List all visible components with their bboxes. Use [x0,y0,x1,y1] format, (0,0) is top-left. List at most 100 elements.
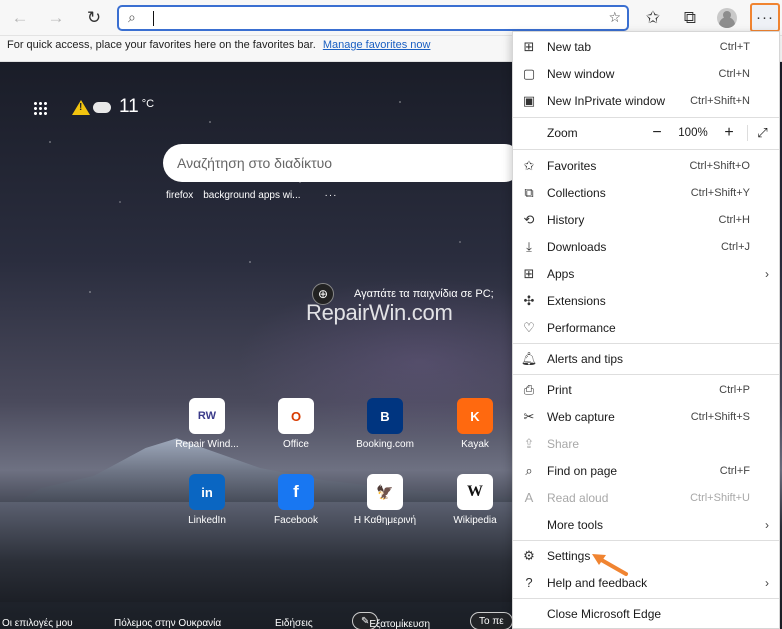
menu-item-shortcut: Ctrl+P [719,383,750,396]
favorites-star-icon: ✩ [523,157,535,173]
menu-item-read-aloud[interactable]: A Read aloud Ctrl+Shift+U [513,484,779,511]
partly-cloudy-icon [91,96,111,113]
recent-search-item[interactable]: background apps wi... [203,190,300,201]
repairwin-icon: RW [189,398,225,434]
menu-item-performance[interactable]: ♡ Performance [513,314,779,341]
favorites-bar-message: For quick access, place your favorites h… [7,39,316,51]
help-icon: ? [525,575,533,590]
quick-link-tile[interactable]: W Wikipedia [435,474,515,526]
menu-item-history[interactable]: ⟲ History Ctrl+H [513,206,779,233]
menu-item-label: Web capture [547,409,615,424]
settings-and-more-button[interactable]: ··· [750,3,780,32]
menu-item-label: Collections [547,185,606,200]
menu-item-label: New window [547,66,615,81]
menu-item-new-inprivate[interactable]: ▣ New InPrivate window Ctrl+Shift+N [513,87,779,114]
quick-link-tile[interactable]: B Booking.com [345,398,425,450]
recent-more-icon[interactable]: ··· [325,190,338,201]
menu-item-close-edge[interactable]: Close Microsoft Edge [513,600,779,627]
weather-widget[interactable]: 11 °C [72,96,154,118]
kathimerini-icon: 🦅 [367,474,403,510]
quick-link-tile[interactable]: in LinkedIn [167,474,247,526]
profile-avatar[interactable] [717,8,737,28]
office-icon: O [278,398,314,434]
menu-item-new-tab[interactable]: ⊞ New tab Ctrl+T [513,33,779,60]
menu-item-label: Settings [547,548,591,563]
menu-item-label: Favorites [547,158,597,173]
apps-icon: ⊞ [523,265,535,281]
menu-item-collections[interactable]: ⧉ Collections Ctrl+Shift+Y [513,179,779,206]
web-search-box[interactable]: Αναζήτηση στο διαδίκτυο [163,144,523,182]
manage-favorites-link[interactable]: Manage favorites now [323,39,431,51]
menu-item-alerts[interactable]: 🔔︎ Alerts and tips [513,345,779,372]
gear-icon: ⚙ [523,547,535,563]
back-icon[interactable]: ← [8,7,32,29]
read-aloud-icon: A [524,490,534,505]
game-promo-text[interactable]: Αγαπάτε τα παιχνίδια σε PC; [354,288,494,300]
menu-item-favorites[interactable]: ✩ Favorites Ctrl+Shift+O [513,152,779,179]
collections-icon[interactable]: ⧉ [678,7,702,29]
app-launcher-icon[interactable] [33,101,47,115]
text-caret [153,11,154,26]
menu-item-shortcut: Ctrl+T [719,40,750,53]
menu-item-web-capture[interactable]: ✂ Web capture Ctrl+Shift+S [513,403,779,430]
feed-tab[interactable]: Οι επιλογές μου [2,618,73,629]
quick-link-tile[interactable]: 🦅 Η Καθημερινή [345,474,425,526]
menu-separator [513,117,779,118]
menu-item-shortcut: Ctrl+J [720,240,750,253]
menu-item-label: History [547,212,585,227]
zoom-in-button[interactable]: + [717,124,741,142]
find-on-page-icon: ⌕ [525,462,533,478]
forward-icon[interactable]: → [44,7,68,29]
zoom-value: 100% [678,127,708,139]
bell-icon: 🔔︎ [520,350,538,366]
address-bar[interactable]: ⌕ ☆ [117,5,629,31]
menu-item-settings[interactable]: ⚙ Settings [513,542,779,569]
favorites-icon[interactable]: ✩ [641,7,665,29]
menu-item-more-tools[interactable]: More tools › [513,511,779,538]
quick-link-tile[interactable]: O Office [256,398,336,450]
menu-item-apps[interactable]: ⊞ Apps › [513,260,779,287]
fullscreen-icon[interactable]: ⤢ [747,125,771,141]
quick-link-label: Wikipedia [453,515,497,526]
add-favorite-icon[interactable]: ☆ [608,9,621,26]
menu-item-label: Downloads [547,239,607,254]
menu-item-shortcut: Ctrl+Shift+O [689,159,750,172]
menu-separator [513,374,779,375]
menu-item-find[interactable]: ⌕ Find on page Ctrl+F [513,457,779,484]
menu-item-new-window[interactable]: ▢ New window Ctrl+N [513,60,779,87]
personalize-button[interactable]: ✎ Εξατομίκευση [352,612,430,629]
menu-item-share[interactable]: ⇪ Share [513,430,779,457]
menu-item-label: Zoom [547,126,578,140]
zoom-out-button[interactable]: − [645,124,669,142]
chevron-right-icon: › [765,575,769,590]
menu-item-zoom: Zoom − 100% + ⤢ [513,119,779,147]
linkedin-icon: in [189,474,225,510]
facebook-icon: f [278,474,314,510]
menu-item-help[interactable]: ? Help and feedback › [513,569,779,596]
quick-link-label: LinkedIn [188,515,226,526]
menu-item-label: Share [547,436,580,451]
refresh-icon[interactable]: ↻ [82,7,106,29]
weather-unit: °C [141,98,155,110]
menu-item-extensions[interactable]: ✣ Extensions [513,287,779,314]
menu-separator [513,540,779,541]
quick-link-tile[interactable]: f Facebook [256,474,336,526]
quick-link-tile[interactable]: K Kayak [435,398,515,450]
feed-tab[interactable]: Πόλεμος στην Ουκρανία [114,618,221,629]
menu-item-downloads[interactable]: ⤓ Downloads Ctrl+J [513,233,779,260]
menu-item-print[interactable]: ⎙ Print Ctrl+P [513,376,779,403]
menu-item-label: Alerts and tips [547,351,624,366]
menu-item-label: Performance [547,320,616,335]
personalize-label: Εξατομίκευση [369,619,431,629]
quick-link-tile[interactable]: RW Repair Wind... [167,398,247,450]
recent-search-item[interactable]: firefox [166,190,193,201]
feed-pill[interactable]: Το πε [470,612,513,629]
recent-searches: firefox background apps wi... ··· [166,190,338,201]
printer-icon: ⎙ [523,381,535,397]
menu-item-label: New tab [547,39,592,54]
watermark: RepairWin.com [306,300,453,325]
menu-separator [513,343,779,344]
history-icon: ⟲ [523,211,535,227]
feed-tab[interactable]: Ειδήσεις [275,618,313,629]
menu-item-shortcut: Ctrl+N [718,67,750,80]
